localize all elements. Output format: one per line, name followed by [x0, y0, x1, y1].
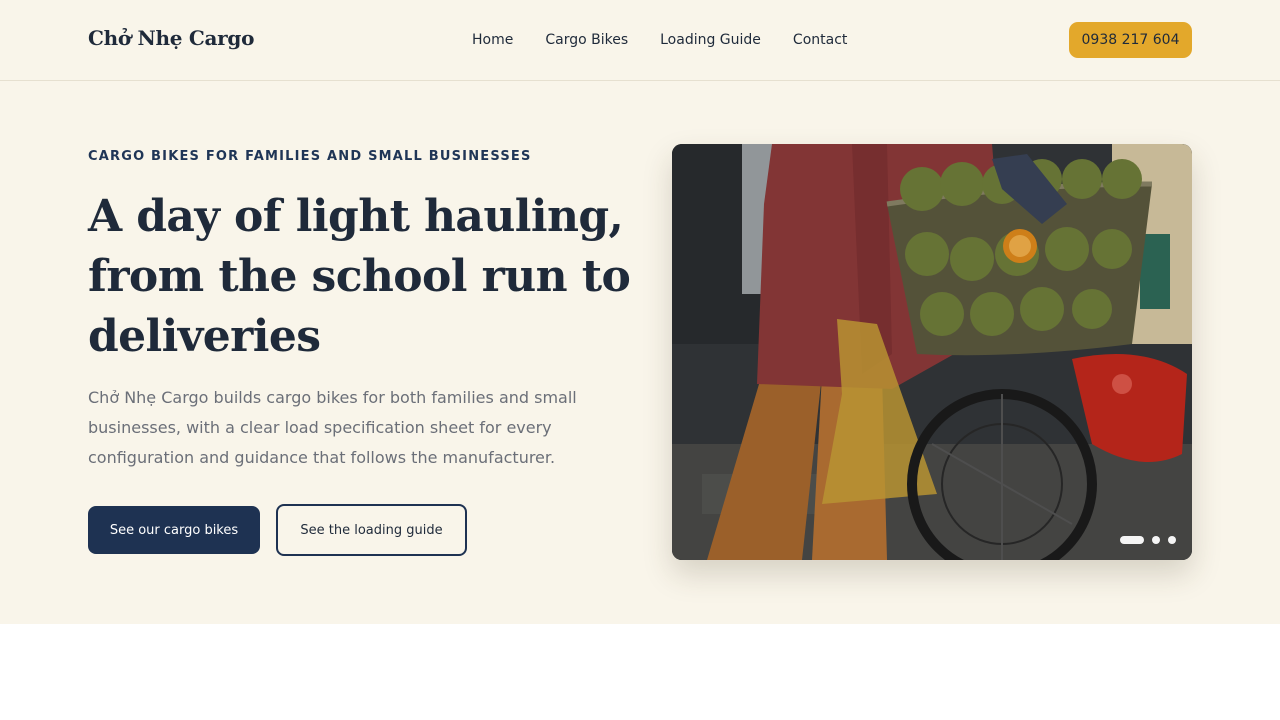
- site-header: Chở Nhẹ Cargo Home Cargo Bikes Loading G…: [0, 0, 1280, 81]
- nav-cargo-bikes[interactable]: Cargo Bikes: [545, 31, 628, 49]
- nav-loading-guide[interactable]: Loading Guide: [660, 31, 761, 49]
- hero-intro: Chở Nhẹ Cargo builds cargo bikes for bot…: [88, 388, 577, 467]
- cargo-bike-photo: [672, 144, 1192, 560]
- hero-image-carousel[interactable]: [672, 144, 1192, 560]
- carousel-dot-3[interactable]: [1168, 536, 1176, 544]
- carousel-dots: [1120, 536, 1176, 544]
- nav-home[interactable]: Home: [472, 31, 513, 49]
- brand-logo[interactable]: Chở Nhẹ Cargo: [88, 26, 254, 50]
- main-nav: Home Cargo Bikes Loading Guide Contact: [472, 31, 879, 49]
- below-hero-area: [0, 624, 1280, 720]
- see-loading-guide-button[interactable]: See the loading guide: [276, 504, 467, 556]
- carousel-dot-1[interactable]: [1120, 536, 1144, 544]
- hero-headline: A day of light hauling, from the school …: [88, 191, 631, 362]
- carousel-dot-2[interactable]: [1152, 536, 1160, 544]
- nav-contact[interactable]: Contact: [793, 31, 847, 49]
- hero-eyebrow: CARGO BIKES FOR FAMILIES AND SMALL BUSIN…: [88, 149, 532, 164]
- phone-button[interactable]: 0938 217 604: [1069, 22, 1192, 58]
- see-cargo-bikes-button[interactable]: See our cargo bikes: [88, 506, 260, 554]
- hero-section: CARGO BIKES FOR FAMILIES AND SMALL BUSIN…: [0, 81, 1280, 624]
